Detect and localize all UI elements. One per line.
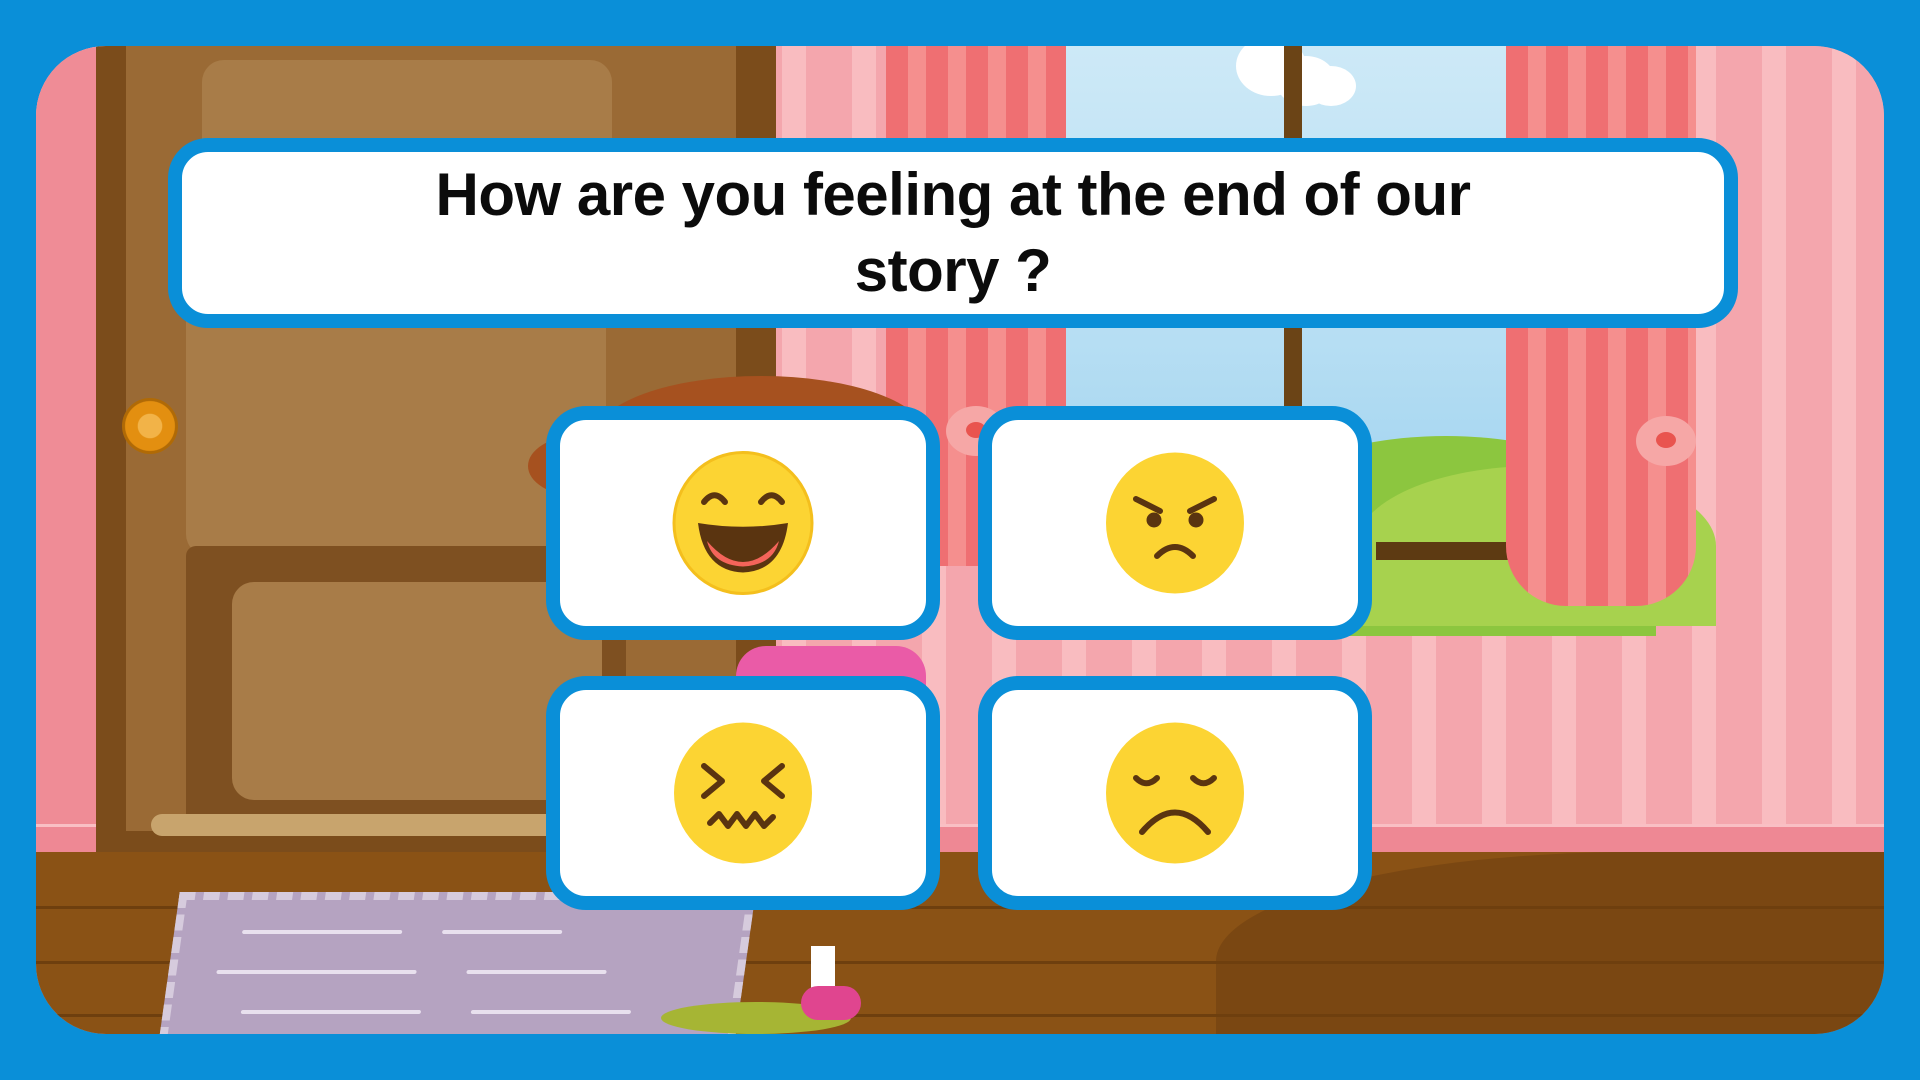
- answer-confounded-button[interactable]: [546, 676, 940, 910]
- answer-happy-button[interactable]: [546, 406, 940, 640]
- wall-edge: [36, 46, 96, 846]
- rug-stitch: [470, 1010, 632, 1014]
- door-knob: [122, 398, 178, 454]
- answer-angry-button[interactable]: [978, 406, 1372, 640]
- rug-stitch: [241, 930, 403, 934]
- cloud: [1306, 66, 1356, 106]
- sad-face-icon: [1106, 722, 1244, 864]
- confounded-face-icon: [674, 722, 812, 864]
- rug-stitch: [216, 970, 417, 974]
- question-text: How are you feeling at the end of our st…: [435, 161, 1471, 304]
- happy-face-icon: [672, 451, 814, 595]
- rug-stitch: [441, 930, 563, 934]
- question-box: How are you feeling at the end of our st…: [168, 138, 1738, 328]
- angry-face-icon: [1106, 452, 1244, 594]
- rug-stitch: [466, 970, 607, 974]
- answer-sad-button[interactable]: [978, 676, 1372, 910]
- rug-stitch: [240, 1010, 422, 1014]
- curtain-tie: [1636, 416, 1696, 466]
- girl-shoe: [801, 986, 861, 1020]
